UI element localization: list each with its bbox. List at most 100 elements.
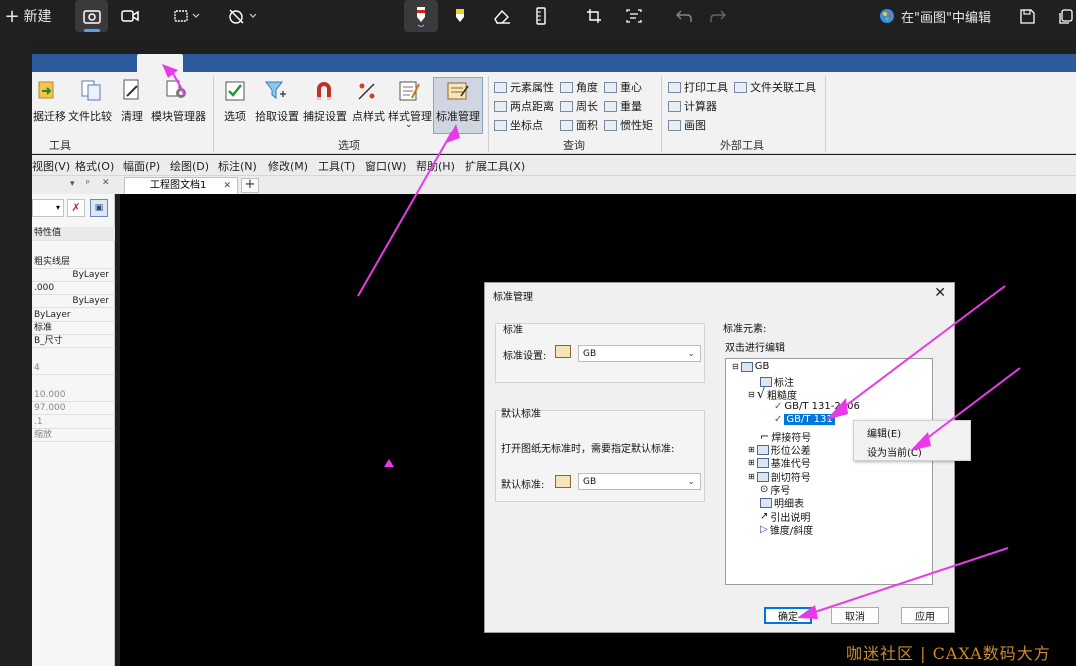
menu-format[interactable]: 格式(O) <box>75 158 114 174</box>
weight-button[interactable]: 重量 <box>604 98 642 114</box>
print-tool-label: 打印工具 <box>684 81 728 94</box>
eraser-button[interactable] <box>490 0 514 32</box>
prop-value[interactable]: 97.000 <box>32 402 115 415</box>
point-style-button[interactable]: 点样式 <box>352 108 385 124</box>
tab-tools[interactable] <box>137 54 183 72</box>
redo-button[interactable] <box>706 0 730 32</box>
prop-value[interactable]: 10.000 <box>32 389 115 402</box>
prop-value[interactable]: ByLayer <box>32 269 115 282</box>
standard-setting-select[interactable]: GB ⌄ <box>578 345 701 362</box>
default-standard-select[interactable]: GB ⌄ <box>578 473 701 490</box>
calculator-button[interactable]: 计算器 <box>668 98 717 114</box>
moment-of-inertia-button[interactable]: 惯性矩 <box>604 117 653 133</box>
plus-icon: + <box>4 5 20 27</box>
print-tool-button[interactable]: 打印工具 <box>668 79 728 95</box>
highlighter-button[interactable] <box>448 0 472 32</box>
redo-icon <box>710 10 726 22</box>
text-actions-button[interactable] <box>622 0 646 32</box>
clean-button[interactable]: 清理 <box>121 108 143 124</box>
element-properties-button[interactable]: 元素属性 <box>494 79 554 95</box>
tree-item[interactable]: ⊞ 基准代号 <box>748 455 811 470</box>
prop-value[interactable]: ByLayer <box>32 309 115 322</box>
sequence-icon: ⊙ <box>760 484 769 495</box>
active-indicator <box>84 29 100 32</box>
undo-button[interactable] <box>672 0 696 32</box>
prop-value[interactable]: 4 <box>32 362 115 375</box>
coordinate-point-button[interactable]: 坐标点 <box>494 117 543 133</box>
two-point-distance-button[interactable]: 两点距离 <box>494 98 554 114</box>
tree-item[interactable]: ▷ 锥度/斜度 <box>760 522 813 537</box>
module-manager-button[interactable]: 模块管理器 <box>151 108 206 124</box>
data-migration-button[interactable]: 据迁移 <box>33 108 66 124</box>
tree-item[interactable]: ⊟ √ 粗糙度 <box>748 387 797 402</box>
tree-item[interactable]: ✓ GB/T 131-2006 <box>774 401 860 412</box>
clean-icon <box>121 78 143 102</box>
video-mode-button[interactable] <box>118 0 142 32</box>
menu-extensions[interactable]: 扩展工具(X) <box>465 158 525 174</box>
menu-tools[interactable]: 工具(T) <box>318 158 355 174</box>
area-button[interactable]: 面积 <box>560 117 598 133</box>
panel-dropdown-icon[interactable]: ▾ <box>70 179 75 189</box>
menu-item-edit[interactable]: 编辑(E) <box>867 425 901 440</box>
menu-draw[interactable]: 绘图(D) <box>170 158 209 174</box>
prop-value[interactable]: ByLayer <box>32 295 115 308</box>
file-compare-button[interactable]: 文件比较 <box>68 108 112 124</box>
options-button[interactable]: 选项 <box>224 108 246 124</box>
prop-value[interactable]: 标准 <box>32 322 115 335</box>
snip-shape-dropdown[interactable] <box>170 0 206 32</box>
close-icon[interactable]: ✕ <box>102 178 110 188</box>
clear-selection-icon[interactable]: ✗ <box>67 199 85 217</box>
tree-root[interactable]: ⊟ GB <box>732 361 769 372</box>
prop-value[interactable]: .1 <box>32 416 115 429</box>
save-icon <box>1019 8 1035 24</box>
document-tab-bar: 工程图文档1 ✕ + <box>115 176 1076 194</box>
menu-help[interactable]: 帮助(H) <box>416 158 455 174</box>
elements-label: 标准元素: <box>723 324 767 335</box>
menu-sheet[interactable]: 幅面(P) <box>123 158 160 174</box>
perimeter-icon <box>560 100 573 112</box>
copy-button[interactable] <box>1054 0 1076 32</box>
screenshot-mode-button[interactable] <box>75 0 108 32</box>
file-association-button[interactable]: 文件关联工具 <box>734 79 816 95</box>
prop-value[interactable]: .000 <box>32 282 115 295</box>
save-button[interactable] <box>1016 0 1038 32</box>
prop-value[interactable]: 粗实线层 <box>32 256 115 269</box>
cancel-button[interactable]: 取消 <box>831 607 879 624</box>
perimeter-button[interactable]: 周长 <box>560 98 598 114</box>
paint-tool-button[interactable]: 画图 <box>668 117 706 133</box>
pick-settings-button[interactable]: 拾取设置 <box>255 108 299 124</box>
pen-button[interactable] <box>404 0 438 32</box>
snap-settings-button[interactable]: 捕捉设置 <box>303 108 347 124</box>
prop-value[interactable]: B_尺寸 <box>32 335 115 348</box>
menu-annotate[interactable]: 标注(N) <box>218 158 257 174</box>
timer-dropdown[interactable] <box>226 0 262 32</box>
panel-filter-select[interactable]: ▾ <box>32 199 64 217</box>
quick-select-icon[interactable]: ▣ <box>90 199 108 217</box>
apply-button[interactable]: 应用 <box>901 607 949 624</box>
centroid-button[interactable]: 重心 <box>604 79 642 95</box>
close-icon[interactable]: ✕ <box>934 285 946 301</box>
ok-button[interactable]: 确定 <box>764 607 812 624</box>
add-tab-icon[interactable]: + <box>241 178 259 193</box>
close-icon[interactable]: ✕ <box>223 178 231 194</box>
menu-window[interactable]: 窗口(W) <box>365 158 406 174</box>
menu-item-set-current[interactable]: 设为当前(C) <box>867 444 922 459</box>
tree-item[interactable]: 明细表 <box>760 495 804 510</box>
angle-button[interactable]: 角度 <box>560 79 598 95</box>
crop-button[interactable] <box>582 0 606 32</box>
open-in-paint-button[interactable]: 在"画图"中编辑 <box>872 0 998 32</box>
tree-item-selected[interactable]: ✓ GB/T 131 <box>774 414 835 425</box>
new-button[interactable]: + 新建 <box>0 0 56 32</box>
standard-elements-tree[interactable]: ⊟ GB 标注 ⊟ √ 粗糙度 ✓ GB/T 131-2006 ✓ GB/T 131 ⌐ 焊… <box>725 358 933 585</box>
data-migration-icon <box>36 78 58 102</box>
prop-value[interactable]: 缩放 <box>32 429 115 442</box>
chevron-down-icon[interactable]: ⌄ <box>405 120 413 130</box>
check-icon: ✓ <box>774 401 783 412</box>
copy-icon <box>1058 8 1073 24</box>
document-tab[interactable]: 工程图文档1 ✕ <box>124 177 238 194</box>
menu-view[interactable]: 视图(V) <box>32 158 70 174</box>
ruler-button[interactable] <box>530 0 552 32</box>
area-label: 面积 <box>576 119 598 132</box>
pin-icon[interactable]: ᵖ <box>86 179 90 189</box>
menu-modify[interactable]: 修改(M) <box>268 158 308 174</box>
